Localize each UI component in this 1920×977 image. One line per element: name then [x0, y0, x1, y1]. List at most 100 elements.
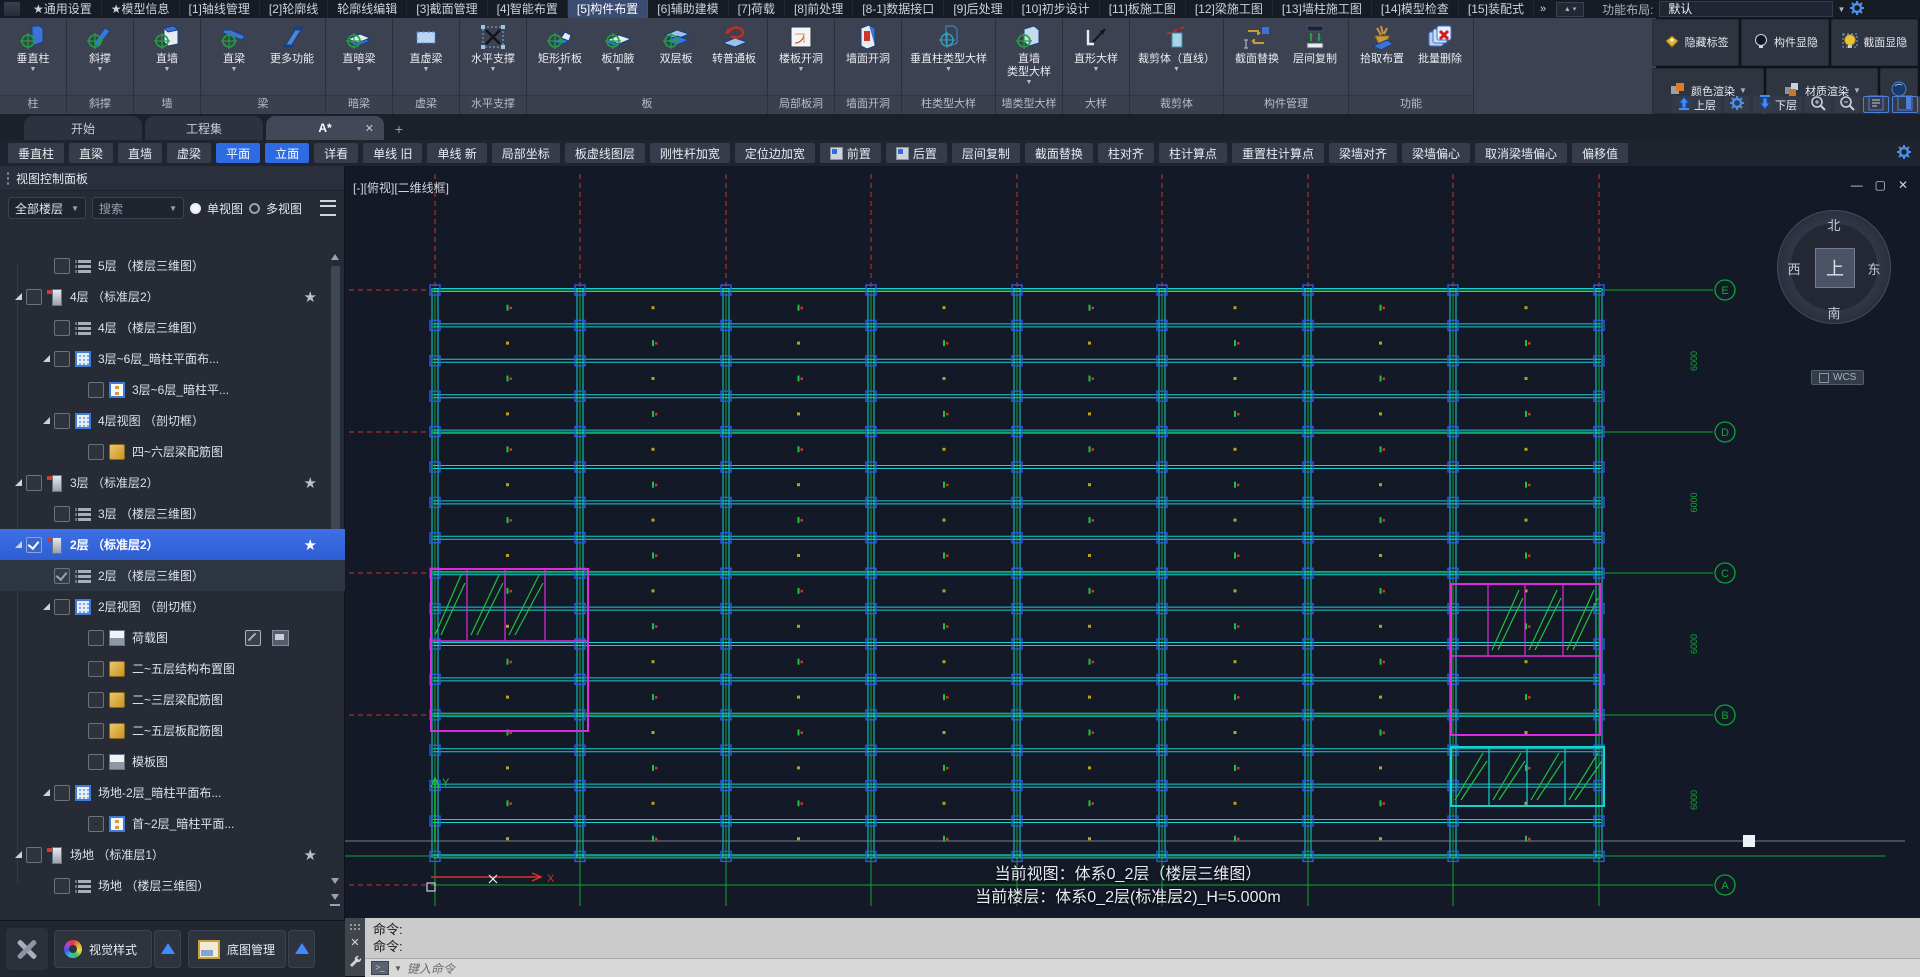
tab-开始[interactable]: 开始: [24, 116, 142, 140]
menu-item-4[interactable]: [2]轮廓线: [260, 0, 329, 18]
drawing-canvas[interactable]: Y X E D C B A 6000 6000 6000 6000: [345, 166, 1920, 918]
tree-row-9[interactable]: 2层 （标准层2） ★: [0, 529, 345, 560]
view-menu-icon[interactable]: [320, 200, 336, 216]
menu-item-15[interactable]: [11]板施工图: [1100, 0, 1186, 18]
toolbar-button-定位边加宽[interactable]: 定位边加宽: [734, 143, 815, 163]
layout-dropdown-arrow-icon[interactable]: ▼: [1833, 5, 1849, 14]
toolbar-button-梁墙对齐[interactable]: 梁墙对齐: [1328, 143, 1397, 163]
tree-checkbox[interactable]: [26, 536, 42, 553]
ribbon-button-水平支撑[interactable]: 水平支撑 ▼: [465, 19, 521, 94]
tree-row-14[interactable]: 二~三层梁配筋图: [0, 684, 345, 715]
tools-button[interactable]: [6, 928, 48, 970]
ribbon-button-拾取布置[interactable]: 拾取布置: [1354, 19, 1410, 94]
tree-row-1[interactable]: 4层 （标准层2） ★: [0, 281, 345, 312]
toolbar-button-刚性杆加宽[interactable]: 刚性杆加宽: [649, 143, 730, 163]
expand-arrow-icon[interactable]: [42, 355, 50, 362]
toolbar-button-截面替换[interactable]: 截面替换: [1024, 143, 1093, 163]
menu-item-12[interactable]: [8-1]数据接口: [853, 0, 945, 18]
ribbon-button-隐藏标签[interactable]: 隐藏标签: [1652, 19, 1740, 66]
toolbar-button-板虚线图层[interactable]: 板虚线图层: [564, 143, 645, 163]
tree-checkbox[interactable]: [54, 598, 70, 615]
tree-checkbox[interactable]: [88, 629, 104, 646]
tree-row-18[interactable]: 首~2层_暗柱平面...: [0, 808, 345, 839]
expand-arrow-icon[interactable]: [42, 789, 50, 796]
menu-item-13[interactable]: [9]后处理: [944, 0, 1013, 18]
tree-row-4[interactable]: 3层~6层_暗柱平...: [0, 374, 345, 405]
toolbar-button-垂直柱[interactable]: 垂直柱: [8, 143, 65, 163]
ribbon-button-构件显隐[interactable]: 构件显隐: [1741, 19, 1829, 66]
ribbon-button-直墙[interactable]: 直墙 ▼: [139, 19, 195, 94]
ribbon-button-墙面开洞[interactable]: 墙面开洞: [840, 19, 896, 94]
ribbon-button-裁剪体（直线）[interactable]: 裁剪体（直线） ▼: [1135, 19, 1218, 94]
compass-south[interactable]: 南: [1824, 303, 1844, 322]
menu-item-8[interactable]: [5]构件布置: [567, 0, 649, 18]
ribbon-button-直暗梁[interactable]: 直暗梁 ▼: [331, 19, 387, 94]
tree-checkbox[interactable]: [26, 288, 42, 305]
tree-row-3[interactable]: 3层~6层_暗柱平面布...: [0, 343, 345, 374]
ribbon-button-转普通板[interactable]: 转普通板: [706, 19, 762, 94]
expand-arrow-icon[interactable]: [14, 851, 22, 858]
expand-arrow-icon[interactable]: [14, 293, 22, 300]
panel-header[interactable]: 视图控制面板: [0, 166, 344, 191]
toolbar-gear-icon[interactable]: [1896, 144, 1912, 165]
toolbar-button-层间复制[interactable]: 层间复制: [951, 143, 1020, 163]
tree-checkbox[interactable]: [88, 815, 104, 832]
viewport-minimize-icon[interactable]: —: [1851, 178, 1863, 192]
ribbon-button-垂直柱[interactable]: 垂直柱 ▼: [5, 19, 61, 94]
hide-plot-icon[interactable]: [245, 629, 261, 646]
menu-item-5[interactable]: 轮廓线编辑: [328, 0, 408, 18]
viewport-maximize-icon[interactable]: ▢: [1875, 178, 1886, 192]
menu-item-10[interactable]: [7]荷载: [729, 0, 785, 18]
toolbar-button-立面[interactable]: 立面: [265, 143, 310, 163]
tree-checkbox[interactable]: [88, 660, 104, 677]
menu-overflow-chevron-icon[interactable]: »: [1534, 3, 1552, 15]
tree-checkbox[interactable]: [54, 784, 70, 801]
ribbon-button-板加腋[interactable]: 板加腋 ▼: [590, 19, 646, 94]
toolbar-button-偏移值[interactable]: 偏移值: [1572, 143, 1629, 163]
expand-arrow-icon[interactable]: [42, 603, 50, 610]
command-close-icon[interactable]: ✕: [350, 938, 359, 949]
single-view-radio[interactable]: [190, 202, 201, 214]
visual-style-up-button[interactable]: [154, 930, 181, 968]
toolbar-button-柱对齐[interactable]: 柱对齐: [1097, 143, 1154, 163]
ribbon-button-直形大样[interactable]: 直形大样 ▼: [1068, 19, 1124, 94]
gear-button[interactable]: [1724, 96, 1750, 113]
expand-arrow-icon[interactable]: [14, 479, 22, 486]
tree-row-20[interactable]: 场地 （楼层三维图）: [0, 870, 345, 901]
ribbon-button-楼板开洞[interactable]: 楼板开洞 ▼: [773, 19, 829, 94]
tree-checkbox[interactable]: [26, 474, 42, 491]
layout-value-dropdown[interactable]: 默认: [1659, 1, 1834, 17]
search-combo[interactable]: 搜索 ▼: [92, 197, 184, 219]
viewport-close-icon[interactable]: ✕: [1898, 178, 1908, 192]
tree-row-2[interactable]: 4层 （楼层三维图）: [0, 312, 345, 343]
ribbon-button-双层板[interactable]: 双层板: [648, 19, 704, 94]
floor-filter-dropdown[interactable]: 全部楼层 ▼: [8, 197, 86, 219]
tree-checkbox[interactable]: [88, 381, 104, 398]
visual-style-button[interactable]: 视觉样式: [54, 930, 152, 968]
command-prompt-icon[interactable]: >_: [371, 961, 389, 975]
tree-row-6[interactable]: 四~六层梁配筋图: [0, 436, 345, 467]
tree-row-8[interactable]: 3层 （楼层三维图）: [0, 498, 345, 529]
menu-item-18[interactable]: [14]模型检查: [1372, 0, 1459, 18]
tree-checkbox[interactable]: [54, 877, 70, 894]
tree-checkbox[interactable]: [54, 319, 70, 336]
button-下层[interactable]: 下层: [1753, 95, 1802, 113]
layout-gear-icon[interactable]: [1849, 0, 1865, 19]
panel-drag-handle-icon[interactable]: [6, 171, 10, 185]
menu-item-2[interactable]: ★模型信息: [102, 0, 180, 18]
image-slot-icon[interactable]: [272, 629, 289, 646]
menu-item-9[interactable]: [6]辅助建模: [648, 0, 729, 18]
toolbar-button-局部坐标[interactable]: 局部坐标: [491, 143, 560, 163]
command-wrench-icon[interactable]: [348, 954, 362, 973]
tree-checkbox[interactable]: [54, 412, 70, 429]
expand-arrow-icon[interactable]: [42, 417, 50, 424]
compass-west[interactable]: 西: [1784, 259, 1804, 278]
multi-view-radio[interactable]: [249, 202, 261, 214]
menu-item-19[interactable]: [15]装配式: [1459, 0, 1534, 18]
ribbon-button-矩形折板[interactable]: 矩形折板 ▼: [532, 19, 588, 94]
expand-arrow-icon[interactable]: [14, 541, 22, 548]
toolbar-button-详看[interactable]: 详看: [314, 143, 359, 163]
tree-checkbox[interactable]: [88, 691, 104, 708]
toolbar-button-直梁[interactable]: 直梁: [69, 143, 114, 163]
tree-checkbox[interactable]: [54, 350, 70, 367]
